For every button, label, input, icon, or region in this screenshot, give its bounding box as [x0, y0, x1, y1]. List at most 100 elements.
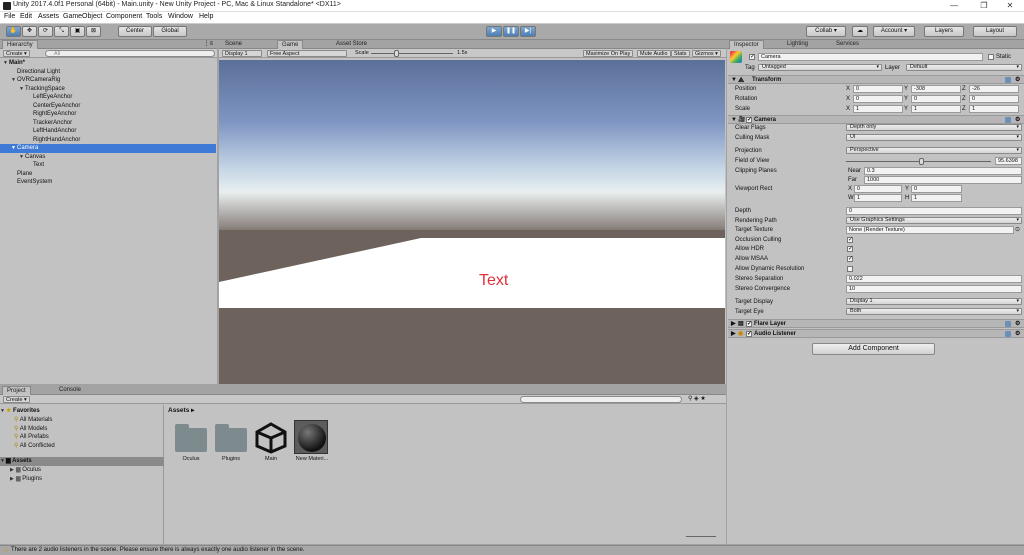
- assets-breadcrumb[interactable]: Assets ▸: [168, 406, 194, 414]
- pause-icon[interactable]: ❚❚: [503, 26, 519, 37]
- transform-z-field[interactable]: -26: [969, 85, 1019, 93]
- rotate-tool-icon[interactable]: ⟳: [38, 26, 53, 37]
- step-icon[interactable]: ▶|: [520, 26, 536, 37]
- projection-dropdown[interactable]: Perspective: [846, 147, 1022, 154]
- active-checkbox[interactable]: ✓: [749, 54, 755, 60]
- rect-tool-icon[interactable]: ▣: [70, 26, 85, 37]
- favorite-item[interactable]: ⚲ All Conflicted: [0, 442, 164, 451]
- viewport-w-field[interactable]: 1: [854, 194, 902, 202]
- asset-tile[interactable]: Main: [253, 420, 289, 466]
- menu-help[interactable]: Help: [199, 13, 213, 20]
- viewport-x-field[interactable]: 0: [854, 185, 902, 193]
- hierarchy-item[interactable]: EventSystem: [0, 178, 216, 187]
- move-tool-icon[interactable]: ✥: [22, 26, 37, 37]
- hierarchy-search-input[interactable]: All: [45, 50, 215, 57]
- hierarchy-item[interactable]: RightHandAnchor: [0, 136, 216, 145]
- favorite-item[interactable]: ⚲ All Models: [0, 425, 164, 434]
- hierarchy-create-button[interactable]: Create ▾: [3, 50, 30, 57]
- layer-dropdown[interactable]: Default: [906, 64, 1022, 71]
- hierarchy-item[interactable]: RightEyeAnchor: [0, 110, 216, 119]
- foldout-arrow-icon[interactable]: ▶: [731, 330, 736, 338]
- transform-x-field[interactable]: 0: [853, 95, 903, 103]
- tab-game[interactable]: Game: [277, 40, 304, 49]
- target-eye-dropdown[interactable]: Both: [846, 308, 1022, 315]
- game-viewport[interactable]: Text: [219, 60, 725, 384]
- asset-tile[interactable]: Plugins: [213, 420, 249, 466]
- help-book-icon[interactable]: [1005, 77, 1011, 83]
- menu-file[interactable]: File: [4, 13, 15, 20]
- hierarchy-item[interactable]: ▼Camera: [0, 144, 216, 153]
- culling-mask-dropdown[interactable]: UI: [846, 134, 1022, 141]
- close-icon[interactable]: ✕: [996, 0, 1024, 12]
- camera-header[interactable]: ▼ 🎥 ✓ Camera ⚙: [728, 115, 1024, 124]
- camera-enabled-checkbox[interactable]: ✓: [746, 117, 752, 123]
- maximize-on-play-toggle[interactable]: Maximize On Play: [583, 50, 634, 57]
- add-component-button[interactable]: Add Component: [812, 343, 935, 355]
- audio-listener-checkbox[interactable]: ✓: [746, 331, 752, 337]
- help-book-icon[interactable]: [1005, 117, 1011, 123]
- fov-slider-knob[interactable]: [918, 158, 924, 165]
- tab-asset-store[interactable]: Asset Store: [332, 40, 371, 49]
- allow-hdr-checkbox[interactable]: ✓: [847, 246, 853, 252]
- menu-edit[interactable]: Edit: [20, 13, 32, 20]
- static-checkbox[interactable]: [988, 54, 994, 60]
- transform-y-field[interactable]: 1: [911, 105, 961, 113]
- transform-y-field[interactable]: -308: [911, 85, 961, 93]
- cloud-icon[interactable]: ☁: [852, 26, 868, 37]
- help-book-icon[interactable]: [1005, 331, 1011, 337]
- display-dropdown[interactable]: Display 1: [222, 50, 262, 57]
- menu-tools[interactable]: Tools: [146, 13, 162, 20]
- hierarchy-item[interactable]: CenterEyeAnchor: [0, 102, 216, 111]
- foldout-arrow-icon[interactable]: ▼: [731, 116, 737, 124]
- tag-dropdown[interactable]: Untagged: [758, 64, 882, 71]
- play-icon[interactable]: ▶: [486, 26, 502, 37]
- clear-flags-dropdown[interactable]: Depth only: [846, 124, 1022, 131]
- transform-x-field[interactable]: 1: [853, 105, 903, 113]
- menu-window[interactable]: Window: [168, 13, 193, 20]
- hierarchy-item[interactable]: LeftEyeAnchor: [0, 93, 216, 102]
- asset-folder-item[interactable]: ▶ ▆ Plugins: [0, 475, 164, 484]
- layout-dropdown[interactable]: Layout: [973, 26, 1017, 37]
- viewport-y-field[interactable]: 0: [911, 185, 962, 193]
- near-field[interactable]: 0.3: [864, 167, 1022, 175]
- aspect-dropdown[interactable]: Free Aspect: [267, 50, 347, 57]
- assets-root-row[interactable]: ▼▆ Assets: [0, 457, 164, 466]
- transform-header[interactable]: ▼ ⟁ Transform ⚙: [728, 75, 1024, 84]
- layers-dropdown[interactable]: Layers: [924, 26, 964, 37]
- favorites-row[interactable]: ▼★ Favorites: [0, 407, 164, 416]
- gear-icon[interactable]: ⚙: [1015, 330, 1020, 338]
- scale-slider[interactable]: [371, 50, 453, 57]
- gear-icon[interactable]: ⚙: [1015, 320, 1020, 328]
- pivot-center-button[interactable]: Center: [118, 26, 152, 37]
- space-global-button[interactable]: Global: [153, 26, 187, 37]
- hierarchy-item[interactable]: Plane: [0, 170, 216, 179]
- depth-field[interactable]: 0: [846, 207, 1022, 215]
- scale-tool-icon[interactable]: ⤡: [54, 26, 69, 37]
- hierarchy-item[interactable]: LeftHandAnchor: [0, 127, 216, 136]
- viewport-h-field[interactable]: 1: [911, 194, 962, 202]
- icon-size-slider[interactable]: [686, 536, 716, 537]
- menu-assets[interactable]: Assets: [38, 13, 59, 20]
- fov-slider[interactable]: [846, 158, 991, 165]
- tab-hierarchy[interactable]: Hierarchy: [2, 40, 38, 49]
- favorite-item[interactable]: ⚲ All Prefabs: [0, 433, 164, 442]
- transform-y-field[interactable]: 0: [911, 95, 961, 103]
- hierarchy-item[interactable]: ▼Canvas: [0, 153, 216, 162]
- asset-tile[interactable]: Oculus: [173, 420, 209, 466]
- panel-menu-icon[interactable]: ⋮≡: [203, 40, 213, 47]
- tab-project[interactable]: Project: [2, 386, 31, 395]
- transform-x-field[interactable]: 0: [853, 85, 903, 93]
- menu-component[interactable]: Component: [106, 13, 142, 20]
- stereo-convergence-field[interactable]: 10: [846, 285, 1022, 293]
- object-name-field[interactable]: Camera: [758, 53, 983, 61]
- tab-services[interactable]: Services: [832, 40, 863, 49]
- stereo-separation-field[interactable]: 0.022: [846, 275, 1022, 283]
- gizmos-dropdown[interactable]: Gizmos ▾: [692, 50, 721, 57]
- foldout-arrow-icon[interactable]: ▼: [731, 76, 737, 84]
- project-search-input[interactable]: [520, 396, 682, 403]
- fov-field[interactable]: 95.6398: [995, 157, 1022, 165]
- collab-button[interactable]: Collab ▾: [806, 26, 846, 37]
- hierarchy-item[interactable]: Text: [0, 161, 216, 170]
- scale-slider-knob[interactable]: [394, 50, 400, 57]
- foldout-arrow-icon[interactable]: ▶: [731, 320, 736, 328]
